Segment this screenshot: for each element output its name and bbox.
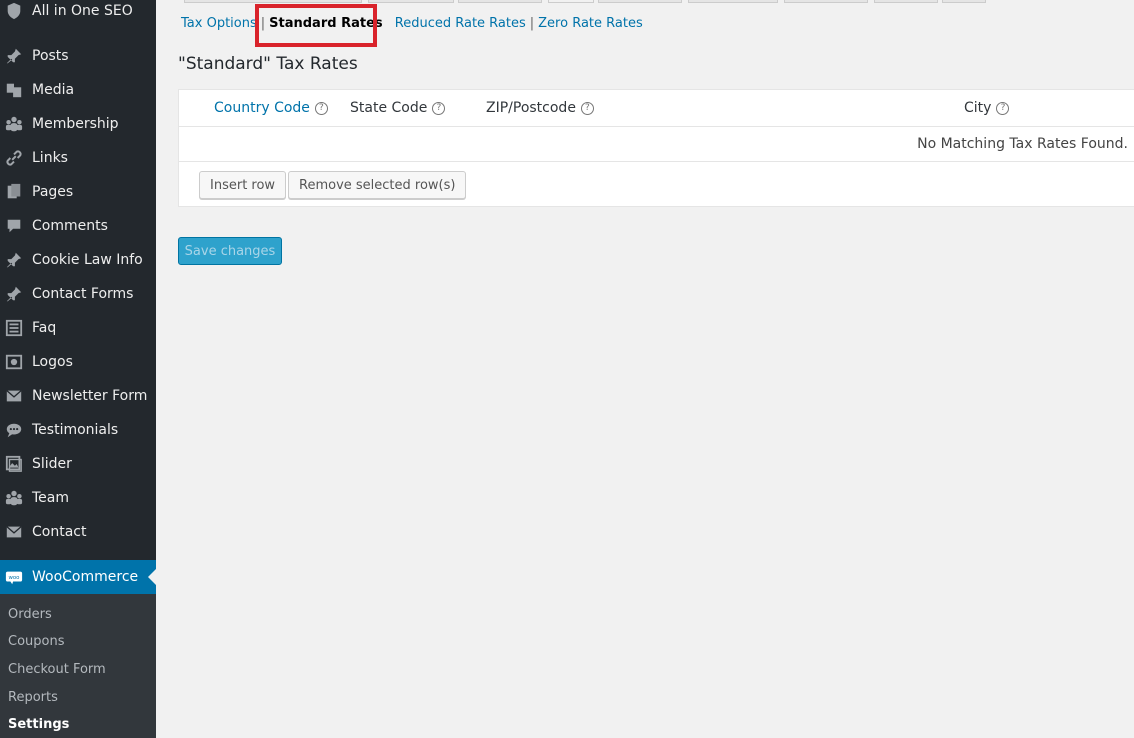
menu-label: Pages <box>32 184 74 200</box>
menu-label: Contact Forms <box>32 286 134 302</box>
pin-icon <box>4 284 24 304</box>
groups-icon <box>4 114 24 134</box>
menu-item-cookie-law-info[interactable]: Cookie Law Info <box>0 243 156 277</box>
gallery-icon <box>4 454 24 474</box>
admin-sidebar: All in One SEO Posts Media Membership Li… <box>0 0 156 738</box>
menu-label: Logos <box>32 354 73 370</box>
help-icon[interactable]: ? <box>432 101 446 115</box>
column-label: Country Code <box>214 100 310 116</box>
tab-emails[interactable] <box>784 0 868 3</box>
divider <box>179 161 1134 162</box>
settings-tabs <box>184 0 1134 3</box>
section-reduced-rate-rates[interactable]: Reduced Rate Rates <box>395 16 526 31</box>
menu-label: WooCommerce <box>32 569 139 585</box>
shield-icon <box>4 1 24 21</box>
menu-item-contact[interactable]: Contact <box>0 515 156 549</box>
help-icon[interactable]: ? <box>580 101 594 115</box>
tab-accounts[interactable] <box>688 0 778 3</box>
menu-item-team[interactable]: Team <box>0 481 156 515</box>
menu-label: Comments <box>32 218 108 234</box>
submenu-checkout-form[interactable]: Checkout Form <box>8 662 106 677</box>
divider <box>179 126 1134 127</box>
menu-label: Team <box>32 490 70 506</box>
submenu-coupons[interactable]: Coupons <box>8 634 65 649</box>
menu-item-posts[interactable]: Posts <box>0 39 156 73</box>
page-title: "Standard" Tax Rates <box>178 54 358 74</box>
column-city: City? <box>964 100 1010 116</box>
woo-icon: woo <box>4 567 24 587</box>
tax-rates-table: Country Code? State Code? ZIP/Postcode? … <box>178 89 1134 207</box>
column-label: State Code <box>350 100 428 116</box>
empty-message: No Matching Tax Rates Found. <box>917 136 1128 152</box>
pages-icon <box>4 182 24 202</box>
groups-icon <box>4 488 24 508</box>
menu-label: Links <box>32 150 68 166</box>
menu-item-logos[interactable]: Logos <box>0 345 156 379</box>
highlight-annotation <box>255 4 377 47</box>
svg-text:woo: woo <box>9 575 20 581</box>
tax-section-links: Tax Options | Standard Rates Reduced Rate … <box>181 16 643 31</box>
menu-label: Faq <box>32 320 57 336</box>
menu-item-testimonials[interactable]: Testimonials <box>0 413 156 447</box>
section-tax-options[interactable]: Tax Options <box>181 16 257 31</box>
save-changes-button[interactable]: Save changes <box>178 237 282 265</box>
comment-icon <box>4 216 24 236</box>
separator <box>387 16 391 31</box>
mail-icon <box>4 522 24 542</box>
menu-label: Testimonials <box>32 422 119 438</box>
menu-item-contact-forms[interactable]: Contact Forms <box>0 277 156 311</box>
pin-icon <box>4 250 24 270</box>
menu-label: Membership <box>32 116 119 132</box>
column-label: City <box>964 100 992 116</box>
menu-label: Media <box>32 82 75 98</box>
tab-products[interactable] <box>368 0 454 3</box>
menu-label: Slider <box>32 456 72 472</box>
submenu-reports[interactable]: Reports <box>8 690 58 705</box>
pin-icon <box>4 46 24 66</box>
tab-tax[interactable] <box>548 0 594 3</box>
chat-icon <box>4 420 24 440</box>
menu-item-membership[interactable]: Membership <box>0 107 156 141</box>
column-country-code[interactable]: Country Code? <box>214 100 328 116</box>
menu-item-woocommerce[interactable]: woo WooCommerce <box>0 560 156 594</box>
menu-label: All in One SEO <box>32 3 133 19</box>
menu-label: Posts <box>32 48 69 64</box>
help-icon[interactable]: ? <box>996 101 1010 115</box>
mail-icon <box>4 386 24 406</box>
tab-extra[interactable] <box>942 0 986 3</box>
menu-label: Cookie Law Info <box>32 252 143 268</box>
section-zero-rate-rates[interactable]: Zero Rate Rates <box>538 16 643 31</box>
list-icon <box>4 318 24 338</box>
menu-item-media[interactable]: Media <box>0 73 156 107</box>
column-zip-postcode: ZIP/Postcode? <box>486 100 594 116</box>
active-indicator <box>148 569 156 585</box>
menu-item-faq[interactable]: Faq <box>0 311 156 345</box>
menu-label: Newsletter Form <box>32 388 148 404</box>
submenu-settings[interactable]: Settings <box>8 717 69 732</box>
media-icon <box>4 80 24 100</box>
menu-item-newsletter-form[interactable]: Newsletter Form <box>0 379 156 413</box>
submenu-orders[interactable]: Orders <box>8 607 52 622</box>
insert-row-button[interactable]: Insert row <box>199 171 287 199</box>
menu-item-slider[interactable]: Slider <box>0 447 156 481</box>
remove-selected-rows-button[interactable]: Remove selected row(s) <box>288 171 467 199</box>
menu-label: Contact <box>32 524 87 540</box>
column-state-code: State Code? <box>350 100 446 116</box>
camera-icon <box>4 352 24 372</box>
tab-api[interactable] <box>874 0 938 3</box>
tab-checkout[interactable] <box>598 0 682 3</box>
menu-item-pages[interactable]: Pages <box>0 175 156 209</box>
tab-shipping[interactable] <box>458 0 542 3</box>
woocommerce-submenu: Orders Coupons Checkout Form Reports Set… <box>0 594 156 738</box>
column-label: ZIP/Postcode <box>486 100 576 116</box>
separator: | <box>529 16 535 31</box>
menu-item-links[interactable]: Links <box>0 141 156 175</box>
menu-item-all-in-one-seo[interactable]: All in One SEO <box>0 0 156 28</box>
menu-item-comments[interactable]: Comments <box>0 209 156 243</box>
link-icon <box>4 148 24 168</box>
tab-general[interactable] <box>184 0 362 3</box>
main-content: Tax Options | Standard Rates Reduced Rate … <box>156 0 1134 738</box>
help-icon[interactable]: ? <box>314 101 328 115</box>
